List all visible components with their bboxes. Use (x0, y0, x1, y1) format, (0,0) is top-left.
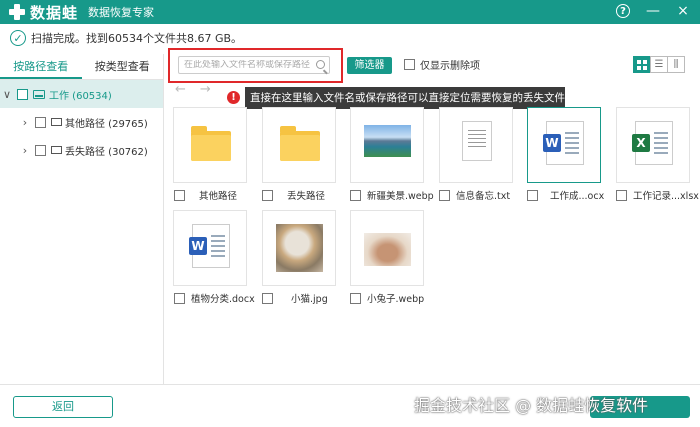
file-name: 小兔子.webp (367, 294, 425, 305)
cat-photo-icon (276, 224, 323, 272)
back-arrow-icon[interactable]: ← (175, 82, 186, 97)
file-checkbox[interactable] (174, 189, 185, 201)
tree-item-label: 其他路径 (29765) (65, 118, 148, 130)
list-view-button[interactable]: ☰ (650, 56, 668, 73)
file-label[interactable]: 工作记录...xlsx (616, 188, 699, 202)
folder-icon (191, 126, 231, 161)
file-label[interactable]: 其他路径 (174, 188, 237, 202)
text-document-icon (462, 121, 492, 161)
excel-document-icon: X (632, 121, 673, 165)
excel-badge: X (632, 134, 650, 152)
only-deleted-toggle[interactable]: 仅显示删除项 (404, 57, 480, 72)
detail-view-button[interactable]: ⫼ (667, 56, 685, 73)
folder-icon (51, 146, 62, 154)
folder-icon (280, 126, 320, 161)
filter-button[interactable]: 筛选器 (347, 57, 392, 74)
help-icon: ? (616, 4, 630, 18)
word-document-icon: W (189, 224, 230, 268)
file-name: 信息备忘.txt (456, 191, 511, 202)
file-checkbox[interactable] (350, 189, 361, 201)
search-highlight-frame (168, 48, 343, 83)
help-button[interactable]: ? (614, 2, 632, 20)
tree-checkbox[interactable] (35, 144, 46, 156)
check-circle-icon: ✓ (10, 30, 26, 46)
file-card[interactable] (350, 107, 424, 183)
grid-view-button[interactable] (633, 56, 651, 73)
title-bar: 数据蛙 数据恢复专家 ? — × (0, 0, 700, 24)
file-label[interactable]: 工作成...ocx (527, 188, 604, 202)
file-checkbox[interactable] (174, 292, 185, 304)
scan-status-text: 扫描完成。找到60534个文件共8.67 GB。 (31, 32, 243, 45)
file-card[interactable] (439, 107, 513, 183)
grid-icon (637, 59, 647, 70)
file-label[interactable]: 信息备忘.txt (439, 188, 510, 202)
rabbit-photo-icon (364, 233, 411, 266)
file-card[interactable]: W (173, 210, 247, 286)
file-name: 新疆美景.webp (367, 191, 434, 202)
app-subtitle: 数据恢复专家 (88, 6, 155, 19)
scan-status: ✓ 扫描完成。找到60534个文件共8.67 GB。 (10, 28, 242, 48)
file-card[interactable] (262, 210, 336, 286)
word-badge: W (543, 134, 561, 152)
only-deleted-checkbox[interactable] (404, 59, 415, 70)
file-label[interactable]: 小猫.jpg (262, 291, 328, 305)
file-name: 植物分类.docx (191, 294, 255, 305)
app-name: 数据蛙 (30, 3, 79, 22)
tree-item-other-paths[interactable]: › 其他路径 (29765) (0, 108, 163, 136)
file-card[interactable] (173, 107, 247, 183)
word-document-icon: W (543, 121, 584, 165)
file-label[interactable]: 小兔子.webp (350, 291, 424, 305)
left-panel: 按路径查看 按类型查看 ∨ 工作 (60534) › 其他路径 (29765) … (0, 54, 164, 384)
file-checkbox[interactable] (616, 189, 627, 201)
file-name: 工作成...ocx (550, 191, 605, 202)
file-name: 其他路径 (199, 191, 238, 202)
view-tabs: 按路径查看 按类型查看 (0, 54, 163, 80)
bottom-divider (0, 384, 700, 385)
back-button[interactable]: 返回 (13, 396, 113, 418)
minimize-button[interactable]: — (644, 2, 662, 20)
tree-checkbox[interactable] (35, 116, 46, 128)
file-checkbox[interactable] (527, 189, 538, 201)
chevron-down-icon[interactable]: ∨ (0, 88, 14, 101)
file-name: 小猫.jpg (291, 294, 328, 305)
file-label[interactable]: 新疆美景.webp (350, 188, 434, 202)
file-label[interactable]: 植物分类.docx (174, 291, 255, 305)
file-card[interactable] (350, 210, 424, 286)
tab-by-path[interactable]: 按路径查看 (0, 54, 82, 79)
drive-icon (33, 89, 45, 99)
file-checkbox[interactable] (350, 292, 361, 304)
view-mode-switcher: ☰ ⫼ (633, 56, 685, 73)
landscape-image-icon (364, 125, 411, 157)
folder-icon (51, 118, 62, 126)
file-label[interactable]: 丢失路径 (262, 188, 325, 202)
chevron-right-icon[interactable]: › (18, 116, 32, 129)
tree-item-label: 工作 (60534) (49, 90, 112, 102)
alert-icon: ! (227, 91, 240, 104)
file-name: 工作记录...xlsx (633, 191, 699, 202)
file-name: 丢失路径 (287, 191, 326, 202)
file-card[interactable] (262, 107, 336, 183)
chevron-right-icon[interactable]: › (18, 144, 32, 157)
tree-item-work[interactable]: ∨ 工作 (60534) (0, 80, 163, 108)
only-deleted-label: 仅显示删除项 (420, 61, 480, 72)
close-button[interactable]: × (674, 2, 692, 20)
nav-arrows: ← → (175, 82, 211, 97)
forward-arrow-icon[interactable]: → (200, 82, 211, 97)
file-card[interactable]: W (527, 107, 601, 183)
file-card[interactable]: X (616, 107, 690, 183)
file-checkbox[interactable] (262, 189, 273, 201)
watermark: 掘金技术社区 @ 数据蛙恢复软件 (414, 396, 649, 415)
tab-by-type[interactable]: 按类型查看 (82, 54, 164, 79)
file-checkbox[interactable] (439, 189, 450, 201)
tree-checkbox[interactable] (17, 88, 28, 100)
file-checkbox[interactable] (262, 292, 273, 304)
tree-item-lost-paths[interactable]: › 丢失路径 (30762) (0, 136, 163, 164)
search-tooltip: 直接在这里输入文件名或保存路径可以直接定位需要恢复的丢失文件 (245, 87, 565, 109)
app-logo-icon (8, 3, 26, 21)
word-badge: W (189, 237, 207, 255)
tree-item-label: 丢失路径 (30762) (65, 146, 148, 158)
